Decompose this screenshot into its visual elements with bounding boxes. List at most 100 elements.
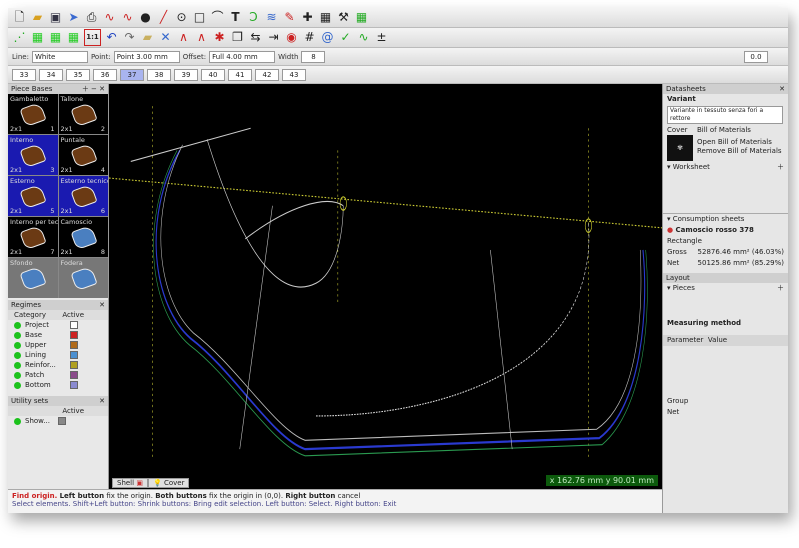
grid-green-icon[interactable]: ▦ bbox=[48, 30, 63, 45]
eraser-icon[interactable]: ▰ bbox=[140, 30, 155, 45]
cross-icon[interactable]: ✚ bbox=[300, 10, 315, 25]
close-icon[interactable]: ✕ bbox=[779, 84, 785, 94]
regime-color-swatch[interactable] bbox=[70, 341, 78, 349]
cover-thumbnail[interactable]: ✾ bbox=[667, 135, 693, 161]
point-icon[interactable]: ● bbox=[138, 10, 153, 25]
regime-item[interactable]: Lining bbox=[8, 350, 108, 360]
material-row[interactable]: ● Camoscio rosso 378 bbox=[663, 225, 788, 236]
regime-color-swatch[interactable] bbox=[70, 371, 78, 379]
curve-tool-icon[interactable]: ∿ bbox=[102, 10, 117, 25]
redo-icon[interactable]: ↷ bbox=[122, 30, 137, 45]
visible-dot-icon[interactable] bbox=[14, 371, 21, 379]
arrow-icon[interactable]: ➤ bbox=[66, 10, 81, 25]
piece-thumbnail[interactable]: Tallone 2x1 2 bbox=[58, 94, 108, 134]
cross-lines-icon[interactable]: ✕ bbox=[158, 30, 173, 45]
mirror-icon[interactable]: ⇆ bbox=[248, 30, 263, 45]
piece-thumbnail[interactable]: Sfondo bbox=[8, 258, 58, 298]
check-icon[interactable]: ✓ bbox=[338, 30, 353, 45]
wave-icon[interactable]: ∿ bbox=[356, 30, 371, 45]
close-icon[interactable]: ✕ bbox=[99, 300, 105, 310]
scale-1-1-button[interactable]: 1:1 bbox=[84, 29, 101, 46]
offset-select[interactable]: Full 4.00 mm bbox=[209, 50, 276, 63]
regime-item[interactable]: Project bbox=[8, 320, 108, 330]
piece-thumbnail[interactable]: Camoscio 2x1 8 bbox=[58, 217, 108, 257]
angle-icon[interactable]: ∧ bbox=[176, 30, 191, 45]
width-field[interactable]: 8 bbox=[301, 50, 326, 63]
regime-color-swatch[interactable] bbox=[70, 351, 78, 359]
table-icon[interactable]: ▦ bbox=[354, 10, 369, 25]
hook-icon[interactable]: Ͻ bbox=[246, 10, 261, 25]
visible-dot-icon[interactable] bbox=[14, 351, 21, 359]
tab-shell[interactable]: Shell ▣ bbox=[112, 478, 148, 488]
size-field[interactable]: 34 bbox=[39, 68, 63, 81]
point-select[interactable]: Point 3.00 mm bbox=[113, 50, 180, 63]
regime-color-swatch[interactable] bbox=[70, 321, 78, 329]
piece-thumbnail[interactable]: Interno per tecnico 2x1 7 bbox=[8, 217, 58, 257]
piece-thumbnail[interactable]: Esterno tecnico 2x1 6 bbox=[58, 176, 108, 216]
active-swatch[interactable] bbox=[57, 417, 66, 425]
utility-item[interactable]: Show... bbox=[8, 416, 108, 426]
visible-dot-icon[interactable] bbox=[14, 321, 21, 329]
circle-point-icon[interactable]: ⊙ bbox=[174, 10, 189, 25]
visible-dot-icon[interactable] bbox=[14, 381, 21, 389]
target-icon[interactable]: ◉ bbox=[284, 30, 299, 45]
plus-minus-icon[interactable]: ± bbox=[374, 30, 389, 45]
piece-thumbnail[interactable]: Fodera bbox=[58, 258, 108, 298]
print-icon[interactable]: ⎙ bbox=[84, 10, 99, 25]
hash-icon[interactable]: # bbox=[302, 30, 317, 45]
copy-icon[interactable]: ❐ bbox=[230, 30, 245, 45]
size-field[interactable]: 42 bbox=[255, 68, 279, 81]
regime-item[interactable]: Bottom bbox=[8, 380, 108, 390]
visible-dot-icon[interactable] bbox=[14, 417, 21, 425]
rectangle-icon[interactable]: □ bbox=[192, 10, 207, 25]
tab-cover[interactable]: 💡 Cover bbox=[148, 478, 190, 488]
regime-color-swatch[interactable] bbox=[70, 331, 78, 339]
grid-icon[interactable]: ▦ bbox=[318, 10, 333, 25]
size-field[interactable]: 38 bbox=[147, 68, 171, 81]
line-color-select[interactable]: White bbox=[31, 50, 88, 63]
hammer-icon[interactable]: ⚒ bbox=[336, 10, 351, 25]
close-icon[interactable]: ✕ bbox=[99, 396, 105, 406]
size-field[interactable]: 39 bbox=[174, 68, 198, 81]
line-tool-icon[interactable]: ╱ bbox=[156, 10, 171, 25]
size-field[interactable]: 41 bbox=[228, 68, 252, 81]
regime-item[interactable]: Reinfor... bbox=[8, 360, 108, 370]
variant-select[interactable]: Variante in tessuto senza fori a rettore bbox=[667, 106, 783, 124]
size-field[interactable]: 43 bbox=[282, 68, 306, 81]
regime-color-swatch[interactable] bbox=[70, 361, 78, 369]
pen-icon[interactable]: ✎ bbox=[282, 10, 297, 25]
add-icon[interactable]: ＋ bbox=[777, 163, 784, 172]
piece-thumbnail[interactable]: Gambaletto 2x1 1 bbox=[8, 94, 58, 134]
grid-green-icon[interactable]: ▦ bbox=[30, 30, 45, 45]
zoom-select[interactable]: 0.0 bbox=[744, 50, 768, 63]
size-field[interactable]: 36 bbox=[93, 68, 117, 81]
regime-color-swatch[interactable] bbox=[70, 381, 78, 389]
dashed-line-icon[interactable]: ⋰ bbox=[12, 30, 27, 45]
size-field[interactable]: 40 bbox=[201, 68, 225, 81]
star-icon[interactable]: ✱ bbox=[212, 30, 227, 45]
text-icon[interactable]: T bbox=[228, 10, 243, 25]
save-icon[interactable]: ▣ bbox=[48, 10, 63, 25]
undo-icon[interactable]: ↶ bbox=[104, 30, 119, 45]
visible-dot-icon[interactable] bbox=[14, 331, 21, 339]
zigzag-icon[interactable]: ≋ bbox=[264, 10, 279, 25]
angle-icon[interactable]: ∧ bbox=[194, 30, 209, 45]
insert-icon[interactable]: ⇥ bbox=[266, 30, 281, 45]
piece-thumbnail[interactable]: Esterno 2x1 5 bbox=[8, 176, 58, 216]
piece-thumbnail[interactable]: Interno 2x1 3 bbox=[8, 135, 58, 175]
drawing-canvas[interactable] bbox=[109, 84, 662, 489]
spiral-icon[interactable]: @ bbox=[320, 30, 335, 45]
regime-item[interactable]: Patch bbox=[8, 370, 108, 380]
size-field-selected[interactable]: 37 bbox=[120, 68, 144, 81]
size-field[interactable]: 33 bbox=[12, 68, 36, 81]
regime-item[interactable]: Upper bbox=[8, 340, 108, 350]
open-folder-icon[interactable]: ▰ bbox=[30, 10, 45, 25]
regime-item[interactable]: Base bbox=[8, 330, 108, 340]
new-file-icon[interactable]: 🗋 bbox=[12, 10, 27, 25]
add-icon[interactable]: ＋ bbox=[777, 284, 784, 293]
size-field[interactable]: 35 bbox=[66, 68, 90, 81]
piece-thumbnail[interactable]: Puntale 2x1 4 bbox=[58, 135, 108, 175]
grid-green-icon[interactable]: ▦ bbox=[66, 30, 81, 45]
open-bom-link[interactable]: Open Bill of Materials bbox=[697, 138, 782, 147]
visible-dot-icon[interactable] bbox=[14, 341, 21, 349]
